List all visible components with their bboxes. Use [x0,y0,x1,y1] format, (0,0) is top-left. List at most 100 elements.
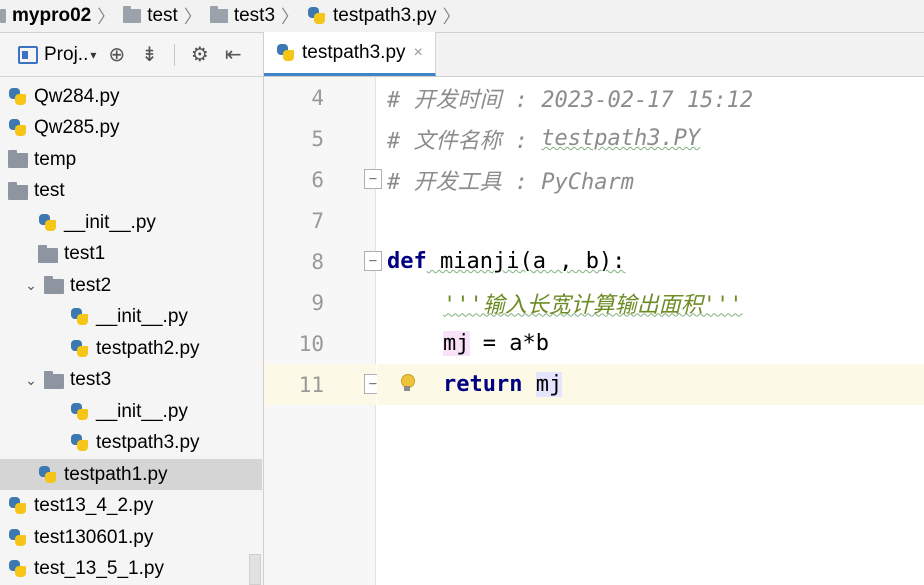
toolbar-divider [173,43,175,66]
breadcrumb-project-label: mypro02 [12,5,92,26]
line-number: 9 [311,290,324,315]
project-view-icon[interactable] [18,45,38,64]
hide-panel-icon[interactable]: ⇤ [225,42,242,67]
code-line[interactable]: '''输入长宽计算输出面积''' [377,282,924,323]
comment-text: # 开发时间 : 2023-02-17 15:12 [387,87,754,113]
python-file-icon [276,43,296,63]
python-file-icon [8,528,28,548]
project-folder-icon [0,9,6,23]
line-number: 10 [298,331,324,356]
comment-text: # 文件名称 : [387,128,542,154]
folder-icon [38,244,58,263]
line-number: 7 [311,208,324,233]
python-file-icon [8,559,28,579]
close-icon[interactable]: × [414,44,423,62]
tree-item[interactable]: __init__.py [0,302,262,333]
line-number: 8 [311,249,324,274]
docstring-text: '''输入长宽计算输出面积''' [443,292,743,318]
tree-item[interactable]: test [0,176,262,207]
code-line[interactable]: mj = a*b [377,323,924,364]
tree-item-label: test13_4_2.py [34,495,154,516]
tree-item[interactable]: test13_4_2.py [0,491,262,522]
chevron-right-icon: 〉 [442,7,461,27]
line-number: 6 [311,167,324,192]
tree-item[interactable]: test_13_5_1.py [0,554,262,585]
python-file-icon [8,496,28,516]
code-line[interactable]: def mianji(a , b): [377,241,924,282]
code-line-current[interactable]: return mj [377,364,924,405]
breadcrumb-item-label: test3 [233,5,276,26]
tree-item[interactable]: __init__.py [0,207,262,238]
code-area[interactable]: 4 # 开发时间 : 2023-02-17 15:12 5 # 文件名称 : t… [264,77,924,585]
gutter-line: 7 [264,200,376,241]
code-line[interactable]: # 开发时间 : 2023-02-17 15:12 [377,77,924,118]
locate-icon[interactable]: ⊕ [108,42,125,67]
code-text: = a*b [469,331,549,356]
breadcrumb-item-test[interactable]: test 〉 [115,0,202,33]
chevron-down-icon[interactable]: ⌄ [24,277,38,294]
line-number: 5 [311,126,324,151]
gear-icon[interactable]: ⚙ [191,42,209,67]
lightbulb-icon[interactable] [399,374,415,392]
folder-icon [44,370,64,389]
code-line[interactable]: # 文件名称 : testpath3.PY [377,118,924,159]
python-file-icon [38,465,58,485]
gutter-line: 4 [264,77,376,118]
tree-item-label: test3 [70,369,112,390]
python-file-icon [8,118,28,138]
tree-item[interactable]: ⌄ test3 [0,365,262,396]
variable-mj: mj [443,331,470,356]
tree-item-label: test1 [64,243,106,264]
line-number: 4 [311,85,324,110]
tree-item[interactable]: test1 [0,239,262,270]
editor: testpath3.py × 4 # 开发时间 : 2023-02-17 15:… [264,32,924,585]
folder-icon [8,181,28,200]
chevron-down-icon[interactable]: ⌄ [24,372,38,389]
tree-item-label: testpath1.py [64,463,168,485]
tree-item[interactable]: Qw285.py [0,113,262,144]
tree-item-label: testpath2.py [96,337,200,359]
keyword-return: return [443,372,523,397]
folder-icon [209,6,228,23]
caret-down-icon[interactable]: ▾ [90,48,96,62]
project-panel: Proj.. ▾ ⊕ ⇟ ⚙ ⇤ Qw284.py Qw285.py temp tes… [0,33,264,585]
folder-icon [123,6,142,23]
breadcrumb-project[interactable]: mypro02 〉 [0,0,115,33]
breadcrumb-item-label: test [147,5,178,26]
tree-item[interactable]: test130601.py [0,522,262,553]
scrollbar-thumb[interactable] [249,554,261,585]
tree-item[interactable]: ⌄ test2 [0,270,262,301]
tree-item-label: __init__.py [96,400,188,422]
editor-tab-bar: testpath3.py × [264,32,924,77]
chevron-right-icon: 〉 [183,7,202,27]
python-file-icon [38,213,58,233]
gutter-line: 6 [264,159,376,200]
breadcrumb-item-test3[interactable]: test3 〉 [202,0,299,33]
line-number: 11 [298,372,324,397]
tab-testpath3[interactable]: testpath3.py × [264,32,436,76]
python-file-icon [70,339,90,359]
tree-item[interactable]: testpath3.py [0,428,262,459]
tree-item[interactable]: testpath1.py [0,459,262,490]
project-panel-toolbar: Proj.. ▾ ⊕ ⇟ ⚙ ⇤ [0,33,263,77]
variable-mj: mj [535,372,563,397]
gutter-line: 8 [264,241,376,282]
chevron-right-icon: 〉 [97,7,116,27]
code-line[interactable]: # 开发工具 : PyCharm [377,159,924,200]
gutter-line-current: 11 [264,364,376,405]
python-file-icon [70,402,90,422]
tree-item-label: test2 [70,274,112,296]
code-line[interactable] [377,200,924,241]
collapse-all-icon[interactable]: ⇟ [141,42,158,67]
tree-item[interactable]: temp [0,144,262,175]
tree-item[interactable]: Qw284.py [0,81,262,112]
breadcrumb-item-file[interactable]: testpath3.py 〉 [299,0,461,33]
comment-text: # 开发工具 : PyCharm [387,169,634,195]
tree-item-label: __init__.py [96,306,188,327]
comment-filename: testpath3.PY [541,126,701,151]
tree-item[interactable]: testpath2.py [0,333,262,364]
python-file-icon [70,433,90,453]
project-view-selector[interactable]: Proj.. [44,44,88,66]
tree-item[interactable]: __init__.py [0,396,262,427]
gutter-line: 10 [264,323,376,364]
